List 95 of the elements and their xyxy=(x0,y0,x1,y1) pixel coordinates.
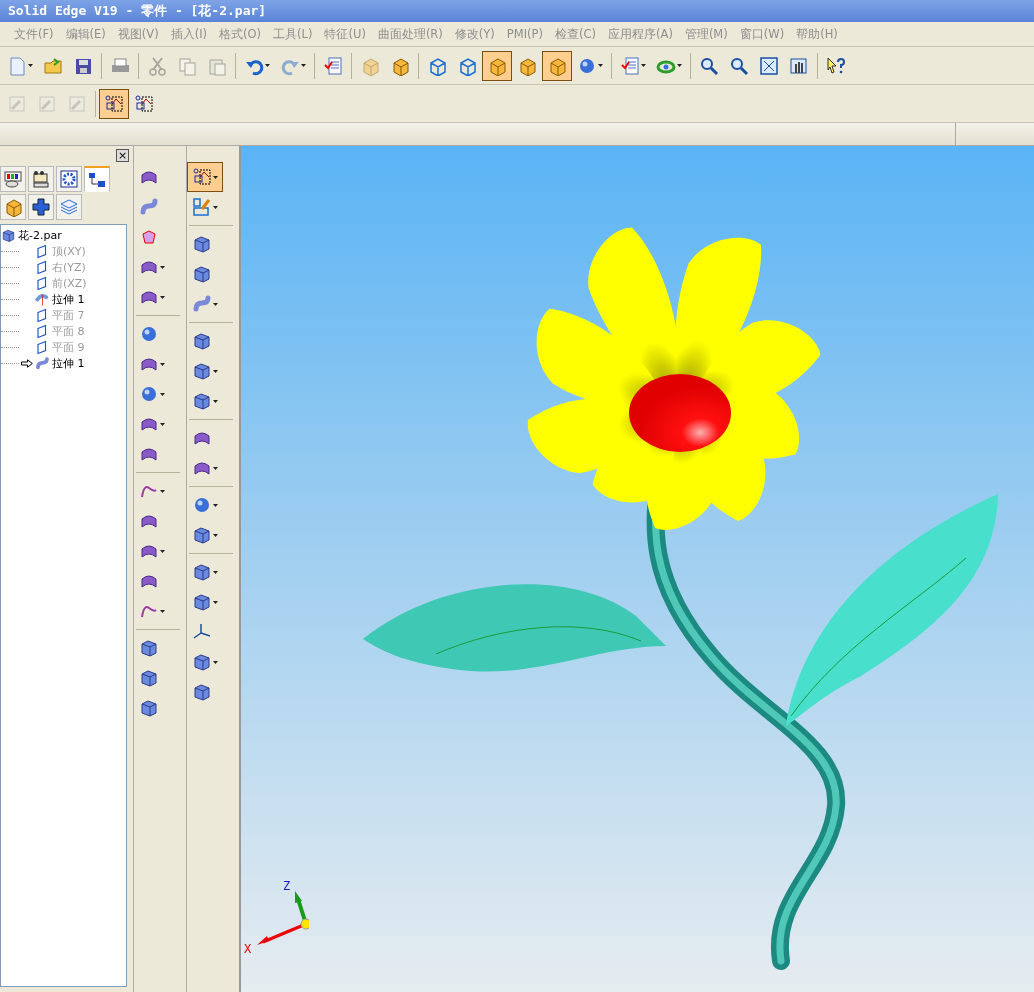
caret-icon[interactable] xyxy=(160,489,165,493)
sphere-icon xyxy=(192,495,212,515)
shape-tool-icon xyxy=(7,93,27,114)
puzzle-icon xyxy=(31,197,51,217)
block-icon xyxy=(139,668,159,688)
shape-tool-icon xyxy=(67,93,87,114)
axis-label: Z xyxy=(283,879,291,893)
model-viewport[interactable]: Z X xyxy=(239,146,1034,992)
panel-tab[interactable] xyxy=(84,166,110,192)
toolbar-button[interactable] xyxy=(542,50,572,81)
block-icon xyxy=(192,264,212,284)
toolbar-button[interactable] xyxy=(482,50,512,81)
caret-icon[interactable] xyxy=(160,549,165,553)
swept-shape-icon xyxy=(139,197,159,217)
selection-frame-icon xyxy=(104,93,124,114)
caret-icon[interactable] xyxy=(213,660,218,664)
wireframe-cube-icon xyxy=(457,55,477,76)
block-icon xyxy=(192,331,212,351)
sketch-icon xyxy=(192,197,212,217)
caret-icon[interactable] xyxy=(160,422,165,426)
block-icon xyxy=(192,391,212,411)
extrude-icon xyxy=(35,291,50,307)
panel-tab[interactable] xyxy=(56,166,82,192)
block-icon xyxy=(192,234,212,254)
tree-item[interactable]: 平面 8 xyxy=(52,323,85,339)
caret-icon[interactable] xyxy=(213,600,218,604)
block-icon xyxy=(192,562,212,582)
axes-icon xyxy=(192,622,212,642)
window-title: Solid Edge V19 - 零件 - [花-2.par] xyxy=(0,0,1034,22)
tree-item[interactable]: 右(YZ) xyxy=(52,259,86,275)
cube-icon xyxy=(3,197,23,217)
help-pointer-icon xyxy=(826,55,846,76)
layers-icon xyxy=(59,197,79,217)
sphere-icon xyxy=(139,384,159,404)
checklist-icon xyxy=(620,55,640,76)
palette-icon xyxy=(3,169,23,189)
caret-icon[interactable] xyxy=(160,362,165,366)
caret-icon[interactable] xyxy=(213,503,218,507)
selection-frame-icon xyxy=(192,167,212,187)
axis-label: X xyxy=(244,942,252,956)
caret-icon[interactable] xyxy=(213,533,218,537)
block-icon xyxy=(192,525,212,545)
caret-icon[interactable] xyxy=(213,175,218,179)
caret-icon[interactable] xyxy=(160,609,165,613)
shape-tool-icon xyxy=(37,93,57,114)
selection-frame-icon xyxy=(134,93,154,114)
gear-icon xyxy=(59,169,79,189)
checklist-icon xyxy=(323,55,343,76)
panel-tab[interactable] xyxy=(28,166,54,192)
block-icon xyxy=(139,638,159,658)
magnifier-icon xyxy=(699,55,719,76)
toolbar-button[interactable] xyxy=(187,162,223,192)
scissors-icon xyxy=(147,55,167,76)
block-icon xyxy=(139,698,159,718)
magnifier-icon xyxy=(729,55,749,76)
caret-icon[interactable] xyxy=(160,392,165,396)
wireframe-cube-icon xyxy=(427,55,447,76)
close-button[interactable]: × xyxy=(116,148,129,162)
block-icon xyxy=(192,361,212,381)
tree-item[interactable]: 前(XZ) xyxy=(52,275,87,291)
sphere-icon xyxy=(139,324,159,344)
tree-item[interactable]: 花-2.par xyxy=(18,227,62,243)
block-icon xyxy=(192,652,212,672)
tree-item[interactable]: 拉伸 1 xyxy=(52,291,85,307)
tree-item[interactable]: 平面 9 xyxy=(52,339,85,355)
caret-icon[interactable] xyxy=(265,64,270,67)
document-icon xyxy=(7,55,27,76)
block-icon xyxy=(192,592,212,612)
panel-tab[interactable] xyxy=(28,194,54,220)
panel-tab[interactable] xyxy=(0,166,26,192)
caret-icon[interactable] xyxy=(213,466,218,470)
camera-icon xyxy=(31,169,51,189)
caret-icon[interactable] xyxy=(213,369,218,373)
tree-item[interactable]: 拉伸 1 xyxy=(52,355,85,371)
caret-icon[interactable] xyxy=(213,205,218,209)
caret-icon[interactable] xyxy=(213,570,218,574)
block-icon xyxy=(1,227,16,243)
folder-icon xyxy=(43,55,63,76)
swept-shape-icon xyxy=(35,355,50,371)
caret-icon[interactable] xyxy=(160,295,165,299)
copy-icon xyxy=(177,55,197,76)
swept-shape-icon xyxy=(192,294,212,314)
caret-icon[interactable] xyxy=(641,64,646,67)
tree-item[interactable]: 平面 7 xyxy=(52,307,85,323)
caret-icon[interactable] xyxy=(213,302,218,306)
panel-tab[interactable] xyxy=(0,194,26,220)
caret-icon[interactable] xyxy=(213,399,218,403)
tree-item[interactable]: 顶(XY) xyxy=(52,243,86,259)
toolbar-button[interactable] xyxy=(99,88,129,119)
fit-view-icon xyxy=(759,55,779,76)
block-icon xyxy=(192,682,212,702)
caret-icon[interactable] xyxy=(160,265,165,269)
caret-icon[interactable] xyxy=(598,64,603,67)
caret-icon[interactable] xyxy=(28,64,33,67)
caret-icon[interactable] xyxy=(677,64,682,67)
